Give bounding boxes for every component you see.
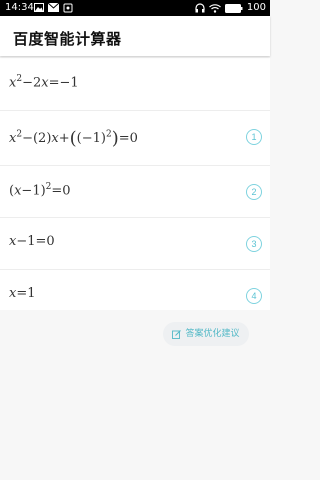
equation-step-1: x2−(2)x+((−1)2)=0	[9, 128, 138, 149]
battery-level: 100	[246, 2, 266, 13]
step-row-4: x=1 4	[0, 270, 270, 321]
image-icon	[34, 3, 44, 12]
step-row-1: x2−(2)x+((−1)2)=0 1	[0, 111, 270, 166]
step-number-badge[interactable]: 3	[246, 236, 262, 252]
step-row-3: x−1=0 3	[0, 218, 270, 270]
status-time: 14:34	[5, 2, 34, 13]
step-row-2: (x−1)2=0 2	[0, 166, 270, 218]
solution-steps: x2−2x=−1 x2−(2)x+((−1)2)=0 1 (x−1)2=0 2 …	[0, 58, 270, 310]
page-title: 百度智能计算器	[13, 30, 122, 48]
app-header: 百度智能计算器	[0, 16, 270, 56]
notification-icon	[63, 3, 73, 13]
status-right-icons: 100	[195, 0, 266, 16]
equation-original: x2−2x=−1	[9, 74, 79, 91]
mail-icon	[48, 3, 59, 12]
answer-feedback-button[interactable]: 答案优化建议	[163, 322, 249, 346]
step-number-badge[interactable]: 4	[246, 288, 262, 304]
battery-icon	[224, 3, 243, 13]
headphones-icon	[195, 3, 205, 13]
step-number-badge[interactable]: 1	[246, 129, 262, 145]
answer-feedback-label: 答案优化建议	[185, 329, 240, 339]
equation-step-4: x=1	[9, 286, 36, 301]
equation-step-2: (x−1)2=0	[9, 182, 71, 199]
status-left-icons	[34, 3, 73, 13]
equation-step-3: x−1=0	[9, 234, 55, 249]
step-number-badge[interactable]: 2	[246, 184, 262, 200]
wifi-icon	[208, 3, 221, 13]
edit-icon	[172, 329, 182, 339]
step-row-original: x2−2x=−1	[0, 58, 270, 111]
status-bar: 14:34 100	[0, 0, 270, 16]
